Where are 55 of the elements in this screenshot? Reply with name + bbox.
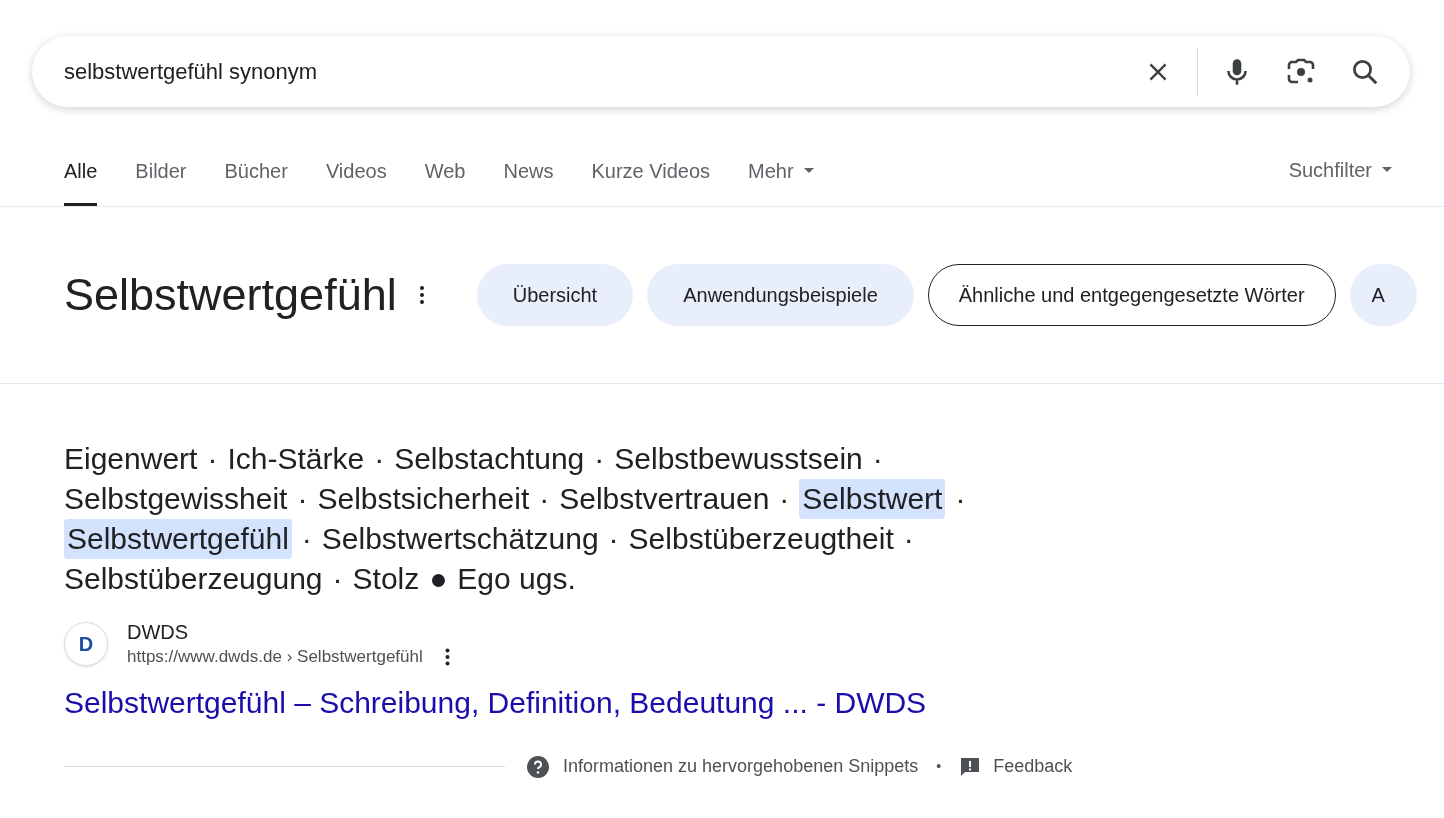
synonym-link[interactable]: Selbstwertgefühl: [64, 519, 292, 559]
search-tab[interactable]: Mehr: [748, 142, 814, 206]
synonym-link[interactable]: Selbstwertschätzung: [321, 519, 599, 559]
section-chip[interactable]: Anwendungsbeispiele: [647, 264, 914, 326]
more-options-icon[interactable]: [444, 648, 450, 666]
separator: ·: [608, 521, 619, 557]
result-title-link[interactable]: Selbstwertgefühl – Schreibung, Definition, Bedeutung ... - DWDS: [64, 683, 1444, 723]
section-chip[interactable]: Ähnliche und entgegengesetzte Wörter: [927, 264, 1336, 326]
synonym-link[interactable]: Selbstwert: [799, 479, 946, 519]
search-tab[interactable]: Bilder: [135, 142, 187, 206]
synonym-link[interactable]: Selbstüberzeugtheit: [628, 519, 894, 559]
search-field[interactable]: selbstwertgefühl synonym: [64, 55, 1145, 88]
search-tab[interactable]: Web: [424, 142, 466, 206]
separator: ·: [539, 481, 550, 517]
synonym-link[interactable]: Selbstsicherheit: [317, 479, 530, 519]
separator: ·: [779, 481, 790, 517]
site-name: DWDS: [127, 620, 190, 645]
synonym-link[interactable]: Selbstvertrauen: [559, 479, 770, 519]
more-options-icon[interactable]: [418, 285, 425, 305]
search-tab[interactable]: Kurze Videos: [591, 142, 711, 206]
camera-icon[interactable]: [1286, 57, 1316, 86]
synonym-link[interactable]: Ich-Stärke: [227, 439, 365, 479]
separator: ·: [332, 561, 343, 597]
synonym-link[interactable]: Ego ugs.: [457, 559, 576, 599]
feedback-link[interactable]: Feedback: [993, 753, 1073, 780]
entry-heading: Selbstwertgefühl: [64, 268, 397, 323]
section-chip[interactable]: Übersicht: [476, 264, 634, 326]
synonym-link[interactable]: Eigenwert: [64, 439, 198, 479]
search-tab[interactable]: News: [503, 142, 554, 206]
help-icon[interactable]: [527, 755, 549, 778]
separator: ·: [594, 441, 605, 477]
separator: ·: [301, 521, 312, 557]
microphone-icon[interactable]: [1224, 56, 1250, 87]
search-tab[interactable]: Bücher: [224, 142, 288, 206]
site-url: https://www.dwds.de › Selbstwertgefühl: [127, 646, 423, 668]
search-tab[interactable]: Videos: [325, 142, 387, 206]
synonym-link[interactable]: Stolz: [352, 559, 420, 599]
synonym-link[interactable]: Selbstachtung: [394, 439, 585, 479]
search-filter-tab[interactable]: Suchfilter: [1288, 142, 1392, 206]
synonym-link[interactable]: Selbstüberzeugung: [64, 559, 323, 599]
separator: ·: [374, 441, 385, 477]
separator: •: [936, 757, 942, 776]
search-tab[interactable]: Alle: [64, 142, 98, 206]
separator: ·: [955, 481, 966, 517]
separator: ·: [297, 481, 308, 517]
separator: ·: [903, 521, 914, 557]
caret-icon: [1382, 167, 1392, 173]
feedback-icon[interactable]: [959, 755, 982, 778]
synonym-link[interactable]: Selbstbewusstsein: [614, 439, 863, 479]
separator: ·: [207, 441, 218, 477]
separator: ·: [872, 441, 883, 477]
separator: ●: [429, 561, 448, 597]
synonym-link[interactable]: Selbstgewissheit: [64, 479, 288, 519]
snippet-info-link[interactable]: Informationen zu hervorgehobenen Snippets: [563, 753, 919, 780]
section-chip[interactable]: A: [1349, 264, 1417, 326]
